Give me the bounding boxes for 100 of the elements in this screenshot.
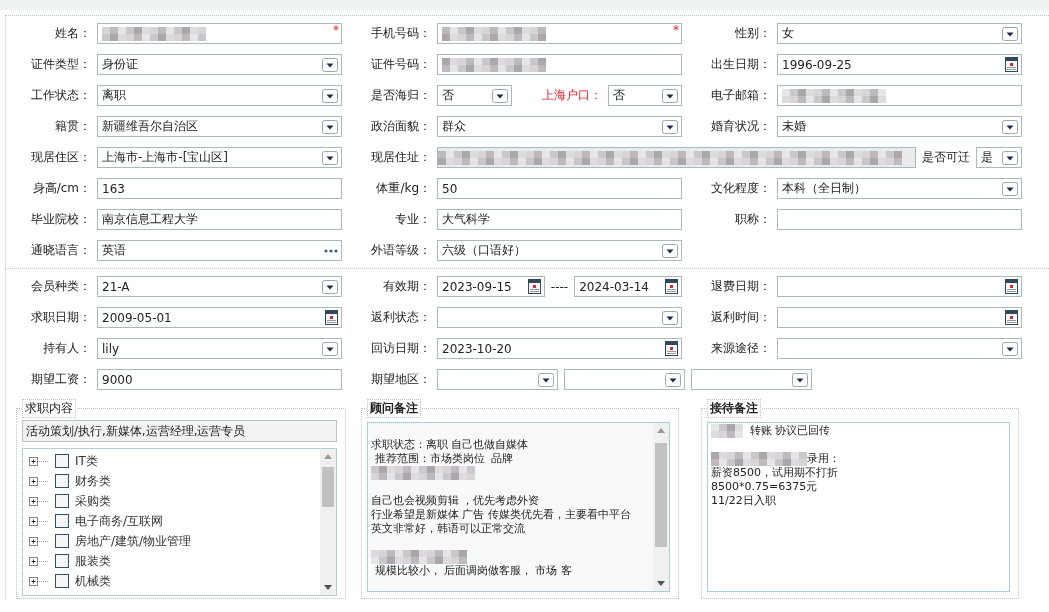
checkbox[interactable] <box>55 494 69 508</box>
input-field[interactable]: * <box>437 23 682 44</box>
date-field[interactable] <box>777 307 1022 328</box>
expand-icon[interactable] <box>29 536 49 546</box>
date-field[interactable]: 2023-10-20 <box>437 338 682 359</box>
field-label: 手机号码： <box>370 25 431 42</box>
note-text: 录用： <box>807 452 840 466</box>
scroll-thumb[interactable] <box>322 467 334 507</box>
input-field[interactable]: 南京信息工程大学 <box>97 209 342 230</box>
select-field[interactable]: 群众 <box>437 116 682 137</box>
calendar-icon[interactable] <box>665 341 678 356</box>
calendar-icon[interactable] <box>1005 310 1018 325</box>
field-label: 返利状态： <box>370 309 431 326</box>
tree-item[interactable]: 机械类 <box>75 572 111 590</box>
calendar-icon[interactable] <box>527 279 541 294</box>
panel-title: 求职内容 <box>22 399 76 418</box>
select-field[interactable]: 否 <box>607 85 682 106</box>
date-field[interactable]: 2009-05-01 <box>97 307 342 328</box>
checkbox[interactable] <box>55 454 69 468</box>
select-field[interactable]: 本科（全日制） <box>777 178 1022 199</box>
field-label: 证件号码： <box>370 56 431 73</box>
note-text: 薪资8500，试用期不打折 <box>711 466 838 480</box>
field-label: 来源途径： <box>710 340 771 357</box>
date-field[interactable]: 2023-09-15 <box>437 276 545 297</box>
select-field[interactable]: 21-A <box>97 276 342 297</box>
input-field[interactable]: 9000 <box>97 369 342 390</box>
tree-item[interactable]: 电子商务/互联网 <box>75 512 164 530</box>
field-label: 是否海归： <box>370 87 431 104</box>
tree-item[interactable]: 采购类 <box>75 492 111 510</box>
notes-textarea[interactable]: 转账 协议已回传 录用： 薪资8500，试用期不打折 8500*0.75=6375元 11/22日入职 <box>707 422 1010 592</box>
expand-icon[interactable] <box>29 476 49 486</box>
summary-field[interactable]: 活动策划/执行,新媒体,运营经理,运营专员 <box>22 420 337 442</box>
calendar-icon[interactable] <box>1005 279 1018 294</box>
input-field[interactable]: * <box>97 23 342 44</box>
select-field[interactable] <box>437 307 682 328</box>
field-label: 有效期： <box>382 278 431 295</box>
field-label: 上海户口： <box>540 87 602 104</box>
note-text: 求职状态：离职 自己也做自媒体 <box>371 438 529 452</box>
select-field[interactable] <box>691 369 812 390</box>
field-label: 求职日期： <box>30 309 91 326</box>
date-field[interactable]: 1996-09-25 <box>777 54 1022 75</box>
select-field[interactable]: 女 <box>777 23 1022 44</box>
field-label: 现居住区： <box>30 149 91 166</box>
field-label: 职称： <box>734 211 771 228</box>
expand-icon[interactable] <box>29 556 49 566</box>
select-field[interactable] <box>437 369 558 390</box>
select-field[interactable]: 是 <box>976 147 1022 168</box>
date-field[interactable] <box>777 276 1022 297</box>
input-field[interactable] <box>777 209 1022 230</box>
field-label: 证件类型： <box>30 56 91 73</box>
scrollbar[interactable] <box>320 449 336 595</box>
input-field[interactable] <box>437 147 916 168</box>
select-field[interactable]: 否 <box>437 85 512 106</box>
input-field[interactable]: 大气科学 <box>437 209 682 230</box>
input-field[interactable] <box>777 85 1022 106</box>
checkbox[interactable] <box>55 534 69 548</box>
note-text: 推荐范围：市场类岗位 品牌 <box>373 452 514 466</box>
field-label: 返利时间： <box>710 309 771 326</box>
select-field[interactable]: 六级（口语好） <box>437 240 682 261</box>
field-label: 现居住址： <box>370 149 431 166</box>
scrollbar[interactable] <box>653 423 669 591</box>
notes-textarea[interactable]: 求职状态：离职 自己也做自媒体 推荐范围：市场类岗位 品牌 自己也会视频剪辑 ，优先考虑外资 行业希望是新媒体 广告 传媒类优先看，主要看中平台 英文非常好，韩语可以正常交流 规模比较小， 后面调岗做客服， 市场 客 <box>367 422 670 592</box>
expand-icon[interactable] <box>29 576 49 586</box>
scroll-thumb[interactable] <box>655 443 667 547</box>
select-field[interactable] <box>564 369 685 390</box>
select-field[interactable]: 上海市-上海市-[宝山区] <box>97 147 342 168</box>
checkbox[interactable] <box>55 574 69 588</box>
date-field[interactable]: 2024-03-14 <box>574 276 682 297</box>
select-field[interactable]: 未婚 <box>777 116 1022 137</box>
input-field[interactable] <box>437 54 682 75</box>
select-field[interactable] <box>777 338 1022 359</box>
input-field[interactable]: 163 <box>97 178 342 199</box>
field-label: 外语等级： <box>370 242 431 259</box>
field-label: 回访日期： <box>370 340 431 357</box>
field-label: 是否可迁 <box>922 149 970 166</box>
tree-item[interactable]: IT类 <box>75 452 98 470</box>
select-field[interactable]: 身份证 <box>97 54 342 75</box>
select-field[interactable]: 离职 <box>97 85 342 106</box>
expand-icon[interactable] <box>29 456 49 466</box>
checkbox[interactable] <box>55 514 69 528</box>
tree-item[interactable]: 服装类 <box>75 552 111 570</box>
field-label: 性别： <box>734 25 771 42</box>
note-text: 英文非常好，韩语可以正常交流 <box>371 522 525 536</box>
calendar-icon[interactable] <box>325 310 338 325</box>
lookup-field[interactable]: 英语 <box>97 240 342 261</box>
more-options-icon[interactable] <box>324 248 338 253</box>
checkbox[interactable] <box>55 554 69 568</box>
calendar-icon[interactable] <box>665 279 678 294</box>
calendar-icon[interactable] <box>1005 57 1018 72</box>
expand-icon[interactable] <box>29 496 49 506</box>
tree-item[interactable]: 房地产/建筑/物业管理 <box>75 532 192 550</box>
select-field[interactable]: 新疆维吾尔自治区 <box>97 116 342 137</box>
input-field[interactable]: 50 <box>437 178 682 199</box>
field-label: 政治面貌： <box>370 118 431 135</box>
select-field[interactable]: lily <box>97 338 342 359</box>
tree-item[interactable]: 财务类 <box>75 472 111 490</box>
required-mark: * <box>333 23 339 37</box>
field-label: 期望地区： <box>370 371 431 388</box>
checkbox[interactable] <box>55 474 69 488</box>
expand-icon[interactable] <box>29 516 49 526</box>
